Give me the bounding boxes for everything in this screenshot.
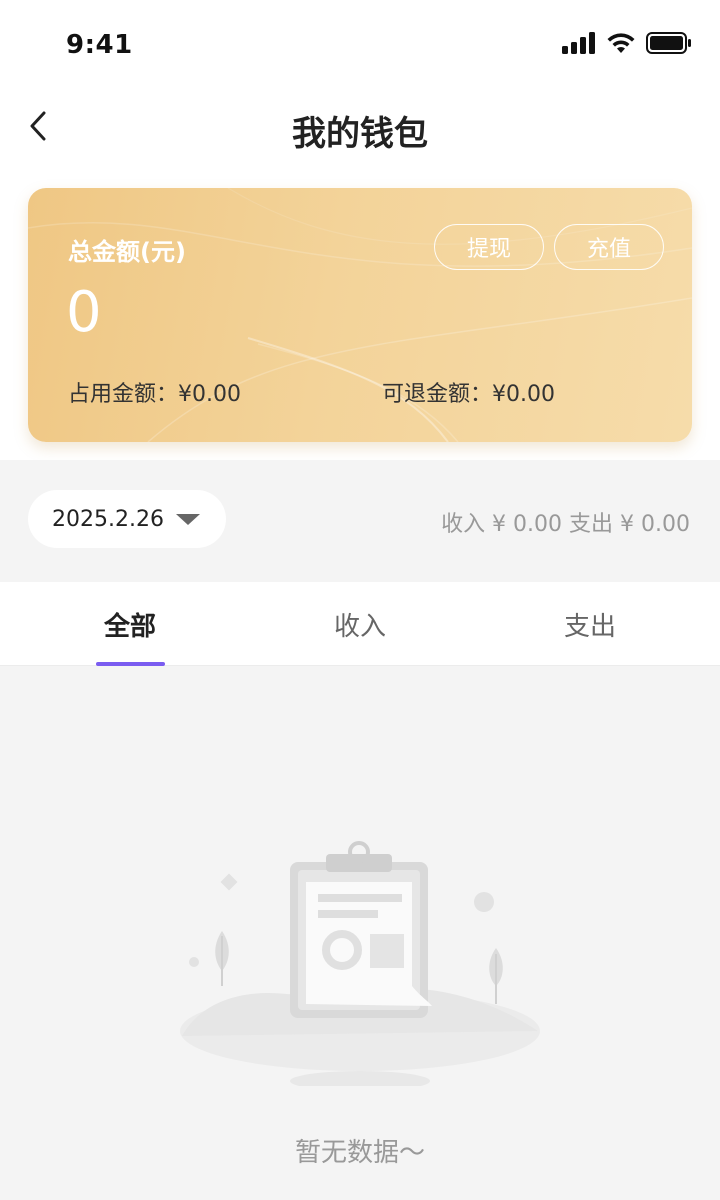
empty-clipboard-icon [180, 841, 540, 1086]
empty-state-text: 暂无数据～ [294, 1138, 425, 1168]
withdraw-button[interactable]: 提现 [434, 224, 544, 270]
battery-icon [646, 32, 691, 54]
nav-bar: 我的钱包 [0, 88, 720, 168]
status-bar: 9:41 [0, 0, 720, 88]
wallet-card-area: 总金额(元) 0 提现 充值 占用金额：¥0.00 可退金额：¥0.00 [0, 168, 720, 460]
total-amount-label: 总金额(元) [68, 238, 186, 266]
wifi-icon [607, 33, 635, 53]
date-picker[interactable]: 2025.2.26 [28, 490, 226, 548]
caret-down-icon [176, 514, 200, 525]
recharge-button[interactable]: 充值 [554, 224, 664, 270]
tab-income[interactable]: 收入 [240, 582, 480, 666]
income-expense-summary: 收入 ¥ 0.00 支出 ¥ 0.00 [441, 512, 690, 537]
empty-state: 暂无数据～ [0, 666, 720, 1200]
tab-all[interactable]: 全部 [10, 582, 250, 666]
filter-bar: 2025.2.26 收入 ¥ 0.00 支出 ¥ 0.00 [0, 460, 720, 582]
tab-bar: 全部 收入 支出 [0, 582, 720, 666]
occupied-amount: 占用金额：¥0.00 [68, 382, 241, 407]
status-time: 9:41 [66, 30, 133, 60]
tab-expense[interactable]: 支出 [470, 582, 710, 666]
status-icons [562, 32, 692, 54]
total-amount-value: 0 [66, 280, 102, 345]
refundable-amount: 可退金额：¥0.00 [382, 382, 555, 407]
wallet-card: 总金额(元) 0 提现 充值 占用金额：¥0.00 可退金额：¥0.00 [28, 188, 692, 442]
signal-icon [562, 32, 595, 54]
date-text: 2025.2.26 [52, 506, 164, 532]
page-title: 我的钱包 [292, 114, 428, 154]
